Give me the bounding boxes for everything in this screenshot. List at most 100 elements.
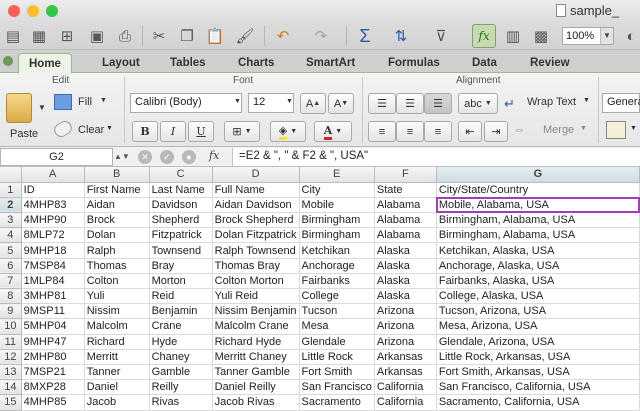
name-box[interactable]: G2: [0, 148, 113, 166]
cell[interactable]: Shepherd: [149, 212, 213, 229]
paste-button[interactable]: [6, 93, 32, 123]
cancel-icon[interactable]: ✕: [138, 150, 152, 164]
cell[interactable]: Fairbanks: [299, 273, 375, 290]
formula-builder-icon[interactable]: fx: [472, 24, 496, 48]
tab-formulas[interactable]: Formulas: [378, 53, 450, 73]
align-right-button[interactable]: ≡: [424, 121, 452, 142]
row-header[interactable]: 9: [0, 303, 22, 320]
tab-home[interactable]: Home: [18, 53, 72, 73]
cell[interactable]: Crane: [149, 318, 213, 335]
cell[interactable]: Rivas: [149, 394, 213, 411]
row-header[interactable]: 6: [0, 258, 22, 274]
cell[interactable]: San Francisco: [299, 379, 375, 396]
cell[interactable]: 9MHP47: [21, 334, 85, 350]
sort-icon[interactable]: ⇅: [390, 25, 412, 47]
tab-charts[interactable]: Charts: [228, 53, 284, 73]
cell[interactable]: Dolan: [84, 227, 150, 244]
cell[interactable]: Reilly: [149, 379, 213, 396]
cell[interactable]: 9MSP11: [21, 303, 85, 320]
italic-button[interactable]: I: [160, 121, 186, 142]
cell[interactable]: Little Rock, Arkansas, USA: [436, 349, 640, 365]
cell[interactable]: Alaska: [374, 258, 437, 274]
cell[interactable]: Birmingham, Alabama, USA: [436, 227, 640, 244]
cell[interactable]: Arizona: [374, 303, 437, 320]
cell[interactable]: Colton Morton: [212, 273, 300, 290]
align-middle-button[interactable]: ☰: [396, 93, 424, 114]
cell[interactable]: Richard: [84, 334, 150, 350]
cell[interactable]: Jacob Rivas: [212, 394, 300, 411]
paste-icon[interactable]: 📋: [204, 25, 226, 47]
cell[interactable]: State: [374, 182, 437, 198]
column-header-d[interactable]: D: [212, 167, 300, 183]
row-header[interactable]: 7: [0, 273, 22, 290]
cell[interactable]: Nissim: [84, 303, 150, 320]
cell[interactable]: First Name: [84, 182, 150, 198]
cell[interactable]: Mesa: [299, 318, 375, 335]
cell[interactable]: Tucson, Arizona, USA: [436, 303, 640, 320]
cell[interactable]: Jacob: [84, 394, 150, 411]
cell[interactable]: Tucson: [299, 303, 375, 320]
align-left-button[interactable]: ≡: [368, 121, 396, 142]
save-icon[interactable]: ▣: [86, 25, 108, 47]
row-header[interactable]: 10: [0, 318, 22, 335]
cell[interactable]: Tanner Gamble: [212, 364, 300, 381]
cell[interactable]: 5MHP04: [21, 318, 85, 335]
cell[interactable]: Merritt: [84, 349, 150, 365]
copy-icon[interactable]: ❐: [176, 25, 198, 47]
row-header[interactable]: 14: [0, 379, 22, 396]
cell[interactable]: Daniel: [84, 379, 150, 396]
merge-button[interactable]: Merge: [543, 124, 574, 136]
column-header-a[interactable]: A: [21, 167, 85, 183]
row-header[interactable]: 3: [0, 212, 22, 229]
cell[interactable]: Merritt Chaney: [212, 349, 300, 365]
decrease-font-size-button[interactable]: A ▼: [328, 93, 354, 114]
row-header[interactable]: 8: [0, 288, 22, 305]
cell[interactable]: Tanner: [84, 364, 150, 381]
column-header-b[interactable]: B: [84, 167, 150, 183]
formula-input[interactable]: =E2 & ", " & F2 & ", USA": [232, 148, 640, 166]
fx-icon[interactable]: fx: [209, 149, 219, 162]
clear-button[interactable]: Clear: [78, 124, 104, 136]
chevron-down-icon[interactable]: ▼: [234, 98, 241, 105]
number-format-select[interactable]: Genera: [602, 93, 640, 113]
cell[interactable]: Brock Shepherd: [212, 212, 300, 229]
cell[interactable]: Reid: [149, 288, 213, 305]
cell[interactable]: California: [374, 379, 437, 396]
cell[interactable]: Ralph: [84, 242, 150, 259]
tab-data[interactable]: Data: [462, 53, 507, 73]
row-header[interactable]: 4: [0, 227, 22, 244]
cell[interactable]: Fort Smith: [299, 364, 375, 381]
cell[interactable]: Fairbanks, Alaska, USA: [436, 273, 640, 290]
cell[interactable]: Sacramento, California, USA: [436, 394, 640, 411]
chevron-down-icon[interactable]: ▼: [630, 125, 637, 132]
cell[interactable]: Birmingham: [299, 227, 375, 244]
cell[interactable]: 8MXP28: [21, 379, 85, 396]
cell[interactable]: 2MHP80: [21, 349, 85, 365]
align-top-button[interactable]: ☰: [368, 93, 396, 114]
eraser-icon[interactable]: [51, 118, 75, 140]
cell[interactable]: 4MHP83: [21, 197, 85, 214]
cell[interactable]: Yuli: [84, 288, 150, 305]
tab-review[interactable]: Review: [520, 53, 580, 73]
decrease-indent-button[interactable]: ⇤: [458, 121, 482, 142]
row-header[interactable]: 5: [0, 242, 22, 259]
cell[interactable]: Aidan: [84, 197, 150, 214]
cell[interactable]: College: [299, 288, 375, 305]
cell[interactable]: Sacramento: [299, 394, 375, 411]
select-all-corner[interactable]: [0, 167, 22, 183]
chevron-down-icon[interactable]: ▼: [100, 97, 107, 104]
tab-layout[interactable]: Layout: [92, 53, 150, 73]
cell[interactable]: 8MLP72: [21, 227, 85, 244]
bold-button[interactable]: B: [132, 121, 158, 142]
filter-icon[interactable]: ⊽: [430, 25, 452, 47]
autosum-icon[interactable]: Σ: [354, 25, 376, 47]
column-header-e[interactable]: E: [299, 167, 375, 183]
conditional-formatting-icon[interactable]: [606, 121, 626, 139]
undo-icon[interactable]: ↶: [272, 25, 294, 47]
chevron-down-icon[interactable]: ▲▼: [114, 148, 130, 166]
cell[interactable]: Full Name: [212, 182, 300, 198]
cell[interactable]: Mesa, Arizona, USA: [436, 318, 640, 335]
cell[interactable]: Hyde: [149, 334, 213, 350]
cell[interactable]: Morton: [149, 273, 213, 290]
enter-icon[interactable]: ✓: [160, 150, 174, 164]
